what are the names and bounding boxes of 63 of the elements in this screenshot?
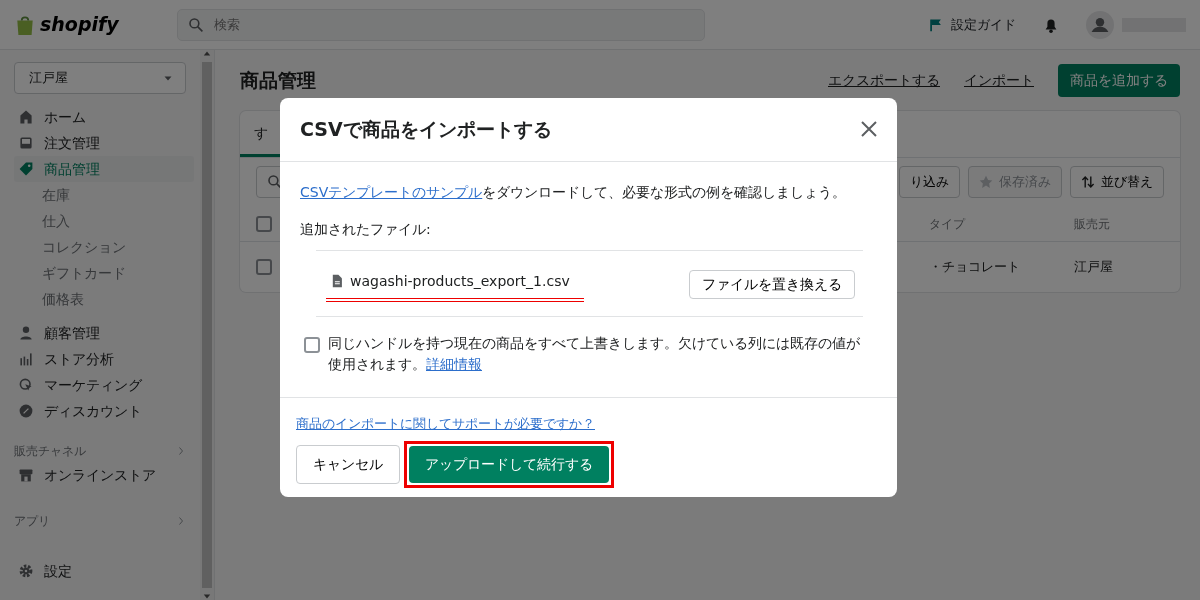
- replace-file-button[interactable]: ファイルを置き換える: [689, 269, 855, 299]
- scroll-down-icon[interactable]: [203, 592, 211, 600]
- sidebar-subitem[interactable]: 在庫: [14, 182, 200, 208]
- target-cursor-icon: [18, 377, 34, 393]
- inbox-icon: [18, 135, 34, 151]
- action-link[interactable]: エクスポートする: [828, 70, 940, 91]
- filter-button[interactable]: り込み: [899, 166, 960, 198]
- sidebar-item[interactable]: ホーム: [14, 104, 194, 130]
- add-product-button[interactable]: 商品を追加する: [1058, 64, 1180, 97]
- template-link[interactable]: CSVテンプレートのサンプル: [300, 183, 483, 200]
- sidebar-item[interactable]: 商品管理: [14, 156, 194, 182]
- bar-chart-icon: [18, 351, 34, 367]
- details-link[interactable]: 詳細情報: [426, 355, 482, 372]
- sidebar-subitem[interactable]: 価格表: [14, 286, 200, 312]
- scrollbar[interactable]: [200, 50, 214, 600]
- page-title: 商品管理: [240, 68, 316, 94]
- sidebar-item[interactable]: ストア分析: [14, 346, 194, 372]
- tag-icon: [18, 161, 34, 177]
- sidebar-item[interactable]: 顧客管理: [14, 320, 194, 346]
- settings-icon: [18, 563, 34, 579]
- overwrite-text: 同じハンドルを持つ現在の商品をすべて上書きします。欠けている列には既存の値が使用されます。詳細情報: [328, 333, 861, 374]
- discount-icon: [18, 403, 34, 419]
- logo: shopify: [40, 12, 119, 38]
- sidebar-item[interactable]: オンラインストア: [14, 462, 194, 488]
- section-heading: アプリ: [14, 513, 50, 530]
- person-icon: [18, 325, 34, 341]
- checkbox[interactable]: [304, 336, 320, 353]
- files-label: 追加されたファイル:: [300, 219, 432, 239]
- avatar-icon[interactable]: [1086, 10, 1114, 39]
- sidebar-subitem[interactable]: 仕入: [14, 208, 200, 234]
- upload-continue-button[interactable]: アップロードして続行する: [409, 446, 609, 484]
- sort-icon: [1081, 175, 1095, 189]
- checkbox[interactable]: [256, 259, 272, 275]
- sidebar-item[interactable]: マーケティング: [14, 372, 194, 398]
- settings-item[interactable]: 設定: [14, 558, 194, 584]
- sidebar-subitem[interactable]: ギフトカード: [14, 260, 200, 286]
- store-icon: [18, 467, 34, 483]
- modal-title: CSVで商品をインポートする: [300, 118, 552, 141]
- search-icon: [267, 174, 283, 190]
- sidebar-item[interactable]: 注文管理: [14, 130, 194, 156]
- star-icon: [979, 175, 993, 189]
- action-link[interactable]: インポート: [964, 70, 1034, 91]
- search-field[interactable]: 検索: [176, 8, 705, 41]
- filter-button[interactable]: 並び替え: [1070, 166, 1164, 198]
- setup-guide-link[interactable]: 設定ガイド: [929, 14, 1016, 35]
- checkbox[interactable]: [256, 215, 272, 232]
- sidebar-item[interactable]: ディスカウント: [14, 398, 194, 424]
- column-header: 販売元: [1074, 215, 1111, 233]
- intro-text: CSVテンプレートのサンプルをダウンロードして、必要な形式の例を確認しましょう。: [300, 182, 848, 202]
- search-icon: [187, 16, 204, 33]
- chevron-right-icon[interactable]: [176, 446, 186, 456]
- table-cell-text: 江戸屋: [1074, 258, 1114, 277]
- home-icon: [18, 109, 34, 125]
- section-heading: 販売チャネル: [14, 443, 86, 460]
- file-name: wagashi-products_export_1.csv: [326, 266, 584, 302]
- chevron-right-icon[interactable]: [176, 516, 186, 526]
- help-link[interactable]: 商品のインポートに関してサポートが必要ですか？: [296, 413, 595, 434]
- store-selector[interactable]: 江戸屋: [14, 62, 186, 94]
- flag-icon: [929, 16, 943, 33]
- cancel-button[interactable]: キャンセル: [296, 445, 400, 485]
- column-header: タイプ: [929, 215, 967, 233]
- search-input[interactable]: 検索: [211, 13, 694, 36]
- table-cell-text: ・チョコレート: [929, 258, 1021, 277]
